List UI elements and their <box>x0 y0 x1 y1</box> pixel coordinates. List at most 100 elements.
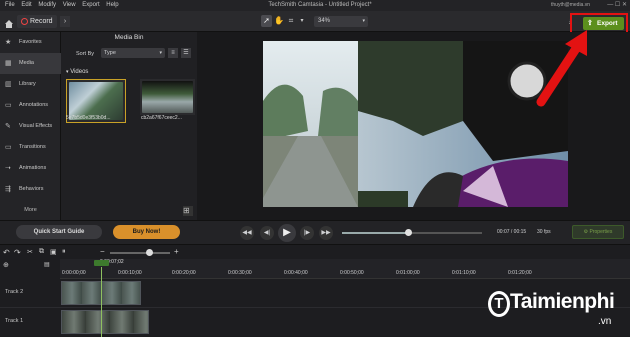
window-controls: — ☐ ✕ <box>607 2 627 8</box>
sidebar-item-label: Animations <box>19 165 47 171</box>
record-button[interactable]: Record <box>17 15 57 28</box>
media-icon: ▦ <box>5 60 12 67</box>
paste-icon[interactable]: ▣ <box>50 248 57 256</box>
group-videos-header[interactable]: ▾ Videos <box>66 69 88 75</box>
step-forward-icon[interactable]: |▶ <box>300 226 314 240</box>
annotation-arrow-icon <box>536 30 587 107</box>
watermark-logo: T Taimienphi .vn <box>488 288 628 334</box>
forward-icon[interactable]: ▶▶ <box>319 226 333 240</box>
copy-icon[interactable]: ⧉ <box>39 248 44 256</box>
play-button[interactable]: ▶ <box>278 224 296 242</box>
menu-edit[interactable]: Edit <box>21 0 31 11</box>
ruler-label: 0:01:10;00 <box>452 270 476 276</box>
sidebar-item-label: Transitions <box>19 144 46 150</box>
sidebar-item-library[interactable]: ▥ Library <box>0 74 61 95</box>
media-bin-title: Media Bin <box>114 34 144 41</box>
sidebar-item-media[interactable]: ▦ Media <box>0 53 61 74</box>
record-icon <box>21 18 28 25</box>
undo-icon[interactable]: ↶ <box>3 248 10 257</box>
zoom-select[interactable]: 34% ▾ <box>314 16 368 27</box>
buy-now-label: Buy Now! <box>132 229 161 235</box>
chevron-right-icon[interactable]: › <box>60 16 70 27</box>
record-label: Record <box>30 18 53 25</box>
rewind-icon[interactable]: ◀◀ <box>240 226 254 240</box>
ruler-label: 0:00:20;00 <box>172 270 196 276</box>
split-icon[interactable]: ⏸ <box>62 248 66 256</box>
menu-help[interactable]: Help <box>106 0 118 11</box>
chevron-down-icon: ▾ <box>362 18 365 24</box>
timeline-zoom-slider[interactable] <box>110 249 170 256</box>
watermark-brand: Taimienphi <box>510 290 615 313</box>
home-icon[interactable] <box>4 16 14 28</box>
quick-start-guide-button[interactable]: Quick Start Guide <box>16 225 102 239</box>
menu-file[interactable]: File <box>5 0 15 11</box>
sidebar-item-label: Behaviors <box>19 186 44 192</box>
more-label: More <box>24 207 37 213</box>
zoom-in-icon[interactable]: + <box>174 247 179 256</box>
quick-start-label: Quick Start Guide <box>33 229 85 235</box>
watermark-t-mark: T <box>488 291 510 317</box>
menu-export[interactable]: Export <box>82 0 99 11</box>
sidebar-item-transitions[interactable]: ▭ Transitions <box>0 137 61 158</box>
tool-dropdown-icon[interactable]: ▾ <box>298 15 306 27</box>
sort-value: Type <box>104 50 116 56</box>
fps-display: 30 fps <box>537 229 551 235</box>
properties-button[interactable]: ⚙ Properties <box>572 225 624 239</box>
transitions-icon: ▭ <box>5 144 12 151</box>
menu-view[interactable]: View <box>63 0 76 11</box>
sort-by-label: Sort By <box>76 51 95 57</box>
scrubber-handle[interactable] <box>404 229 412 236</box>
timeline-ruler[interactable]: 0:00:07;02 0:00:00;00 0:00:10;00 0:00:20… <box>60 259 630 279</box>
sidebar-item-visual-effects[interactable]: ✎ Visual Effects <box>0 116 61 137</box>
more-button[interactable]: More <box>0 203 61 217</box>
ruler-label: 0:00:00;00 <box>62 270 86 276</box>
crop-tool-icon[interactable]: ⌗ <box>286 15 296 27</box>
cut-icon[interactable]: ✂ <box>27 248 33 256</box>
zoom-slider-handle[interactable] <box>146 249 153 256</box>
grid-view-icon[interactable]: ⊞ <box>183 206 193 216</box>
animations-icon: ➝ <box>5 165 11 172</box>
sidebar-item-label: Library <box>19 81 36 87</box>
step-back-icon[interactable]: ◀| <box>260 226 274 240</box>
menu-modify[interactable]: Modify <box>38 0 56 11</box>
ruler-label: 0:00:50;00 <box>340 270 364 276</box>
pan-tool-icon[interactable]: ✋ <box>274 15 284 27</box>
playhead-line <box>101 267 102 337</box>
track-name: Track 1 <box>5 318 24 324</box>
time-display: 00:07 / 00:15 <box>497 229 527 235</box>
video-preview[interactable] <box>263 41 568 207</box>
playhead-marker[interactable] <box>94 260 109 266</box>
ruler-label: 0:00:30;00 <box>228 270 252 276</box>
behaviors-icon: ⇶ <box>5 186 11 193</box>
media-thumbnail <box>142 81 193 113</box>
media-item-label: 5e7b5d0e3f53b0d... <box>66 115 111 121</box>
window-title: TechSmith Camtasia - Untitled Project* <box>268 2 372 8</box>
sidebar-item-annotations[interactable]: ▭ Annotations <box>0 95 61 116</box>
group-label: Videos <box>70 69 89 75</box>
library-icon: ▥ <box>5 81 12 88</box>
sidebar-item-label: Favorites <box>19 39 42 45</box>
user-account[interactable]: thuyth@media.vn <box>551 0 590 11</box>
sort-order-icon[interactable]: ≡ <box>168 48 178 58</box>
zoom-value: 34% <box>318 18 331 24</box>
zoom-out-icon[interactable]: − <box>100 247 105 256</box>
track-options-icon[interactable]: ⊕ <box>3 261 9 269</box>
scrubber-fill <box>342 232 408 234</box>
sidebar-item-label: Media <box>19 60 34 66</box>
sidebar-item-animations[interactable]: ➝ Animations <box>0 158 61 179</box>
select-tool-icon[interactable]: ➚ <box>261 15 272 27</box>
annotations-icon: ▭ <box>5 102 12 109</box>
ruler-label: 0:00:40;00 <box>284 270 308 276</box>
sidebar-item-behaviors[interactable]: ⇶ Behaviors <box>0 179 61 200</box>
buy-now-button[interactable]: Buy Now! <box>113 225 180 239</box>
view-options-icon[interactable]: ☰ <box>181 48 191 58</box>
sidebar-item-favorites[interactable]: ★ Favorites <box>0 32 61 53</box>
watermark-domain: .vn <box>598 316 612 327</box>
media-item[interactable] <box>140 79 195 115</box>
star-icon: ★ <box>5 39 12 46</box>
track-lock-icon[interactable]: ▤ <box>44 261 50 268</box>
timeline-clip[interactable] <box>61 310 149 334</box>
scrubber-track[interactable] <box>342 229 482 236</box>
sort-select[interactable]: Type ▾ <box>101 48 165 58</box>
redo-icon[interactable]: ↷ <box>14 248 21 257</box>
